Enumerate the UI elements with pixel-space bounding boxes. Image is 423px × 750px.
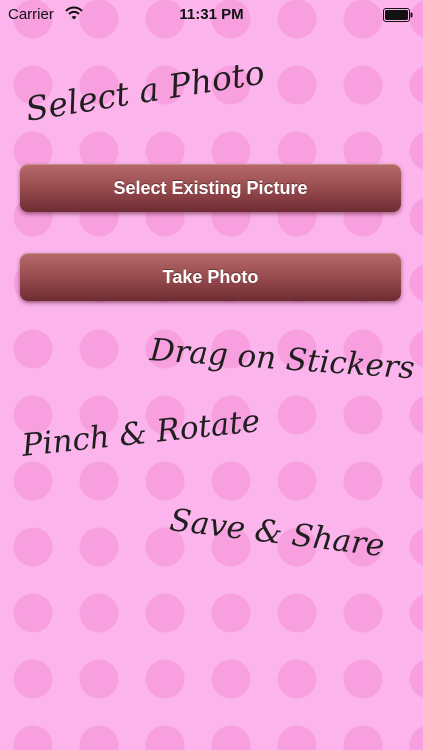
select-existing-picture-button[interactable]: Select Existing Picture <box>20 164 401 212</box>
drag-stickers-caption: Drag on Stickers <box>148 332 416 387</box>
status-bar: Carrier 11:31 PM <box>0 0 423 30</box>
select-photo-heading: Select a Photo <box>22 52 268 129</box>
battery-full-icon <box>383 8 413 22</box>
save-share-caption: Save & Share <box>167 502 387 565</box>
pinch-rotate-caption: Pinch & Rotate <box>20 403 262 464</box>
take-photo-button[interactable]: Take Photo <box>20 253 401 301</box>
clock: 11:31 PM <box>179 6 244 23</box>
